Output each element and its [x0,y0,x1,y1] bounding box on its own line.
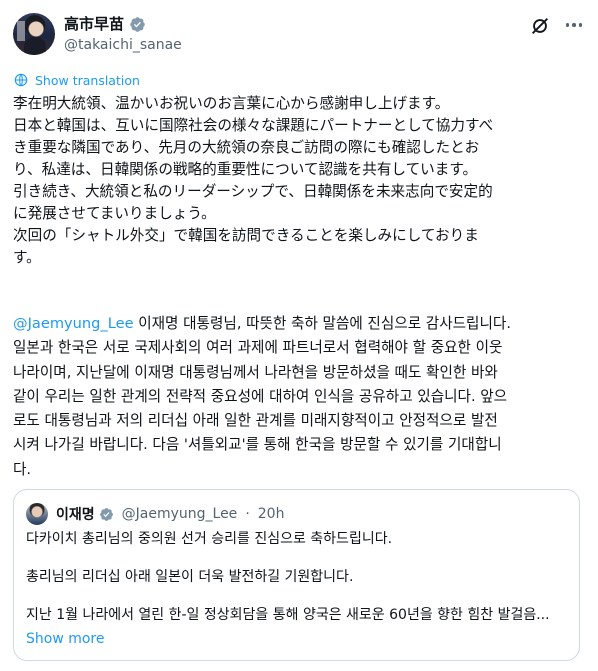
tweet-line: す。 [13,249,41,266]
more-options-icon[interactable] [563,14,585,36]
quoted-line: 다카이치 총리님의 중의원 선거 승리를 진심으로 축하드립니다. [26,531,393,547]
author-handle[interactable]: @takaichi_sanae [64,36,182,54]
tweet-line: 李在明大統領、温かいお祝いのお言葉に心から感謝申し上げます。 [13,95,450,112]
tweet-line: 로도 대통령님과 저의 리더십 아래 일한 관계를 미래지향적이고 안정적으로 … [13,412,498,430]
show-translation-link[interactable]: Show translation [13,72,140,88]
quoted-author-avatar[interactable] [26,503,48,525]
tweet-line: 次回の「シャトル外交」で韓国を訪問できることを楽しみにしておりま [13,227,479,244]
avatar-flag-shape [17,21,25,41]
tweet-line: に発展させてまいりましょう。 [13,205,216,222]
quoted-tweet-header: 이재명 @Jaemyung_Lee · 20h [26,503,284,525]
quoted-tweet-text: 다카이치 총리님의 중의원 선거 승리를 진심으로 축하드립니다. 총리님의 리… [26,530,571,625]
mention-link[interactable]: @Jaemyung_Lee [13,315,134,332]
tweet-header: 高市早苗 @takaichi_sanae [13,13,585,57]
verified-badge-icon [99,507,113,521]
author-name[interactable]: 高市早苗 [64,15,124,33]
tweet-line: 引き続き、大統領と私のリーダーシップで、日韓関係を未来志向で安定的 [13,183,493,200]
quoted-line: 지난 1월 나라에서 열린 한-일 정상회담을 통해 양국은 새로운 60년을 … [26,607,550,623]
quoted-separator: · [245,506,250,522]
quoted-author-name[interactable]: 이재명 [56,504,95,524]
tweet-line: 日本と韓国は、互いに国際社会の様々な課題にパートナーとして協力すべ [13,117,494,134]
show-translation-label: Show translation [35,72,140,88]
tweet-line: き重要な隣国であり、先月の大統領の奈良ご訪問の際にも確認したとお [13,139,480,156]
tweet-line: 같이 우리는 일한 관계의 전략적 중요성에 대하여 인식을 공유하고 있습니다… [13,387,508,405]
tweet-line: 다. [13,460,32,478]
grok-icon[interactable] [529,15,551,37]
quoted-timestamp[interactable]: 20h [258,506,285,522]
tweet-line: @Jaemyung_Lee 이재명 대통령님, 따뜻한 축하 말씀에 진심으로 … [13,312,585,336]
author-name-row: 高市早苗 [64,15,146,33]
author-avatar[interactable] [13,13,55,55]
avatar-figure-shape [24,37,46,55]
tweet-line-text: 이재명 대통령님, 따뜻한 축하 말씀에 진심으로 감사드립니다. [133,315,511,332]
show-more-link[interactable]: Show more [26,631,105,647]
quoted-tweet-card[interactable]: 이재명 @Jaemyung_Lee · 20h 다카이치 총리님의 중의원 선거… [13,489,580,661]
tweet-line: り、私達は、日韓関係の戦略的重要性について認識を共有しています。 [13,161,478,178]
tweet-korean-text: @Jaemyung_Lee 이재명 대통령님, 따뜻한 축하 말씀에 진심으로 … [13,312,585,482]
tweet-japanese-text: 李在明大統領、温かいお祝いのお言葉に心から感謝申し上げます。 日本と韓国は、互い… [13,93,585,269]
globe-icon [14,73,28,87]
quoted-line: 총리님의 리더십 아래 일본이 더욱 발전하길 기원합니다. [26,569,354,585]
verified-badge-icon [130,16,145,32]
tweet-line: 나라이며, 지난달에 이재명 대통령님께서 나라현을 방문하셨을 때도 확인한 … [13,363,498,381]
tweet-line: 일본과 한국은 서로 국제사회의 여러 과제에 파트너로서 협력해야 할 중요한… [13,339,503,357]
tweet-line: 시켜 나가길 바랍니다. 다음 '셔틀외교'를 통해 한국을 방문할 수 있기를… [13,436,502,454]
quoted-author-handle[interactable]: @Jaemyung_Lee [122,506,238,522]
